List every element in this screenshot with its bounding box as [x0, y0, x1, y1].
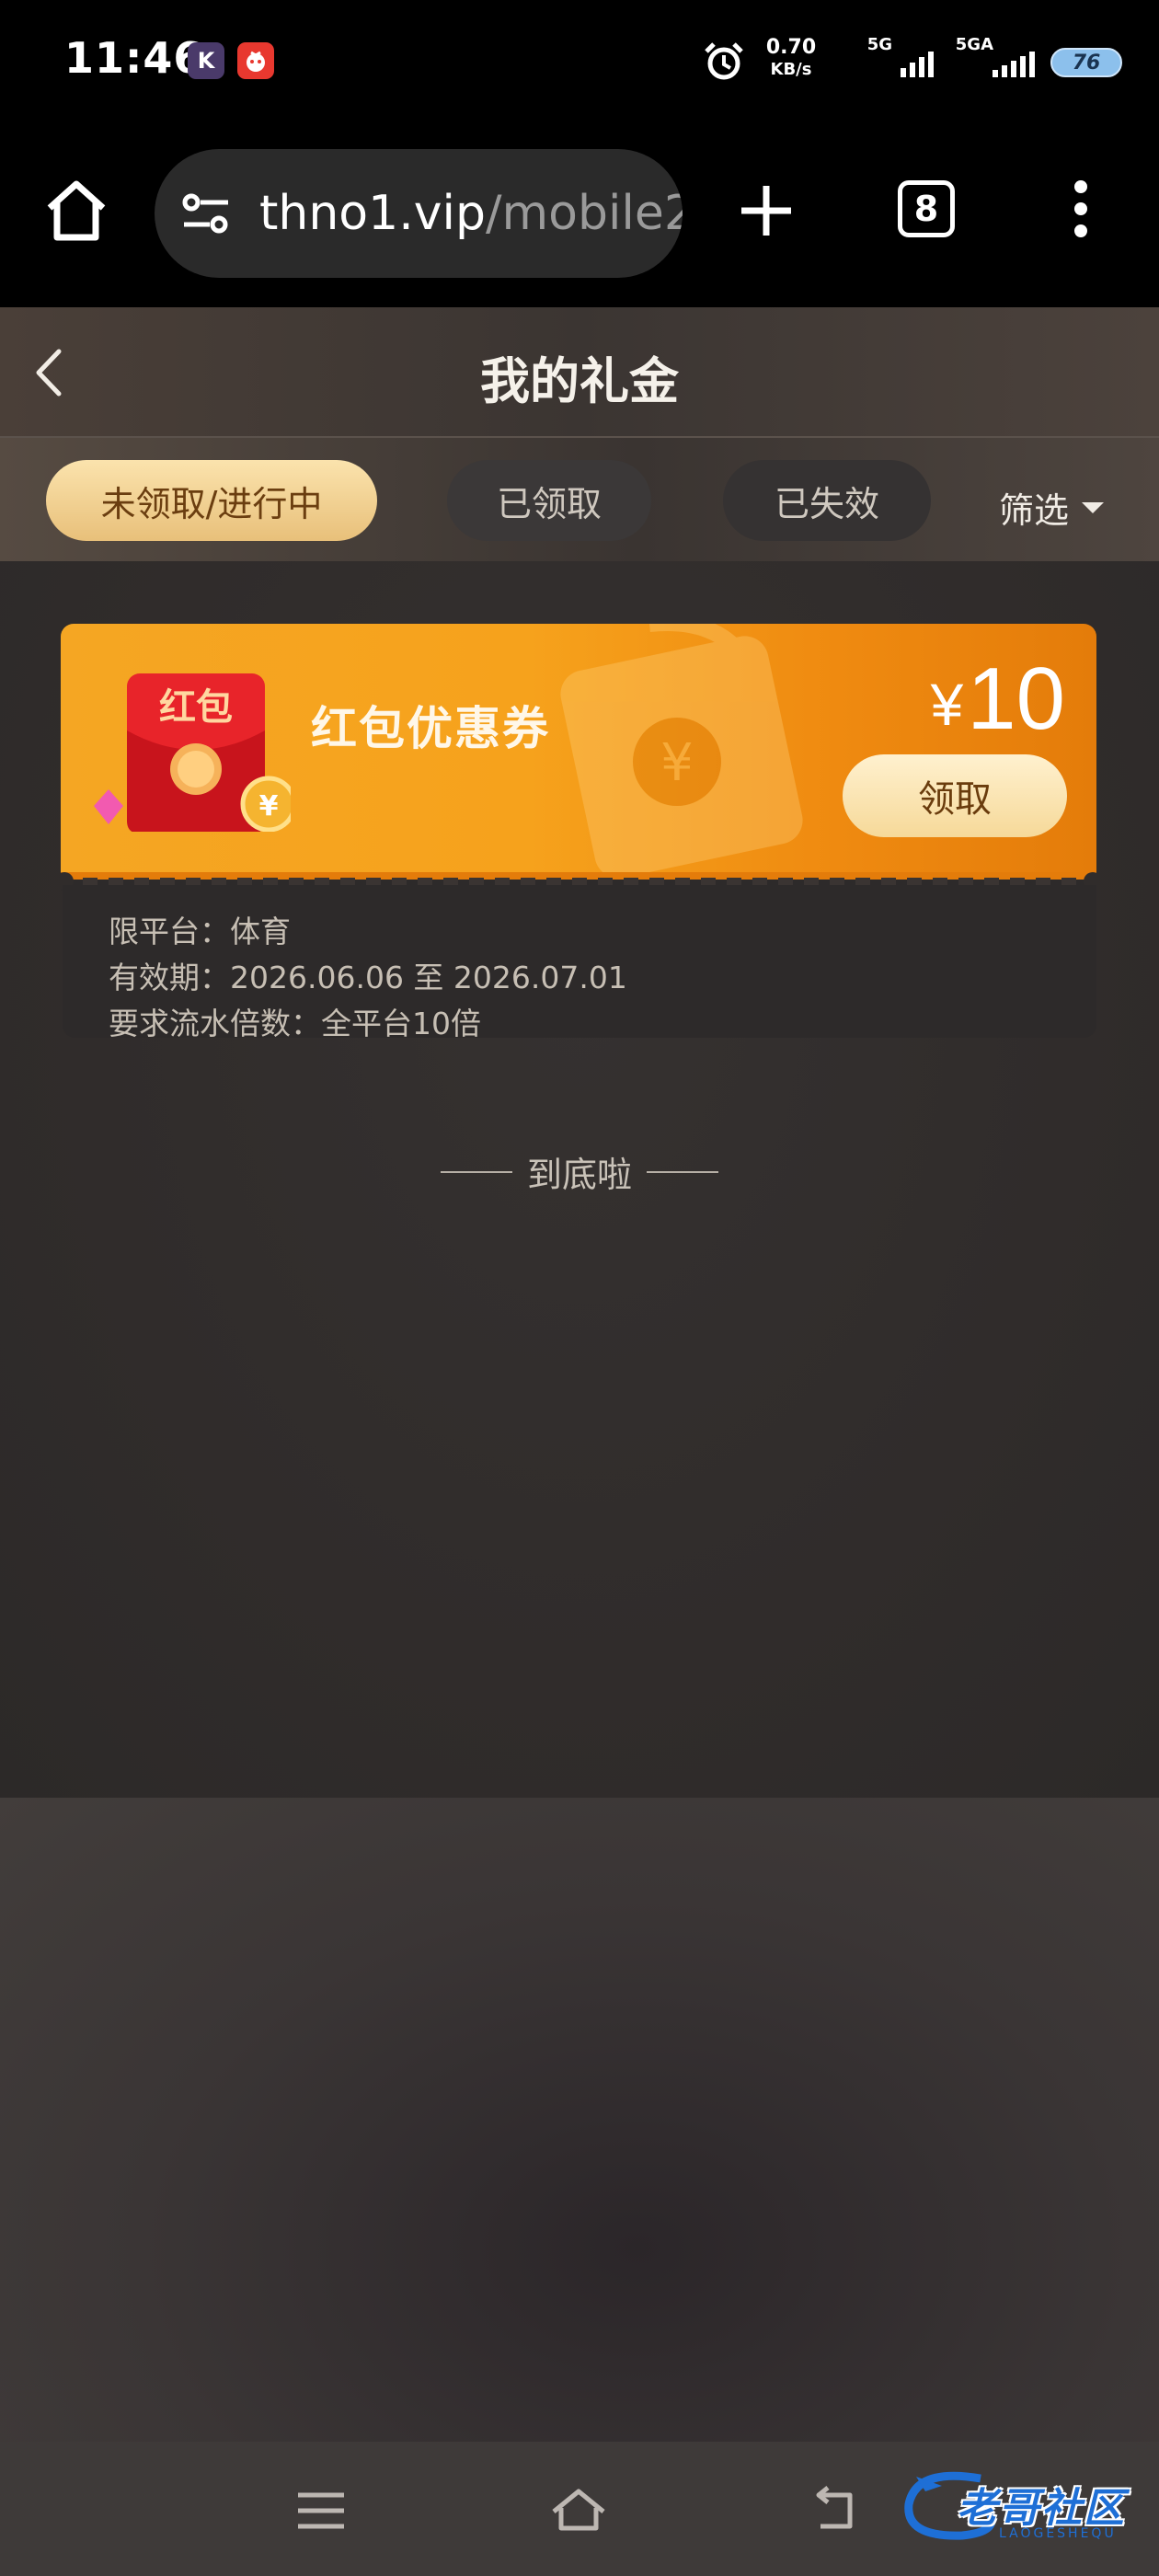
page-header: 我的礼金 — [0, 307, 1159, 438]
system-back-icon[interactable] — [804, 2482, 868, 2539]
tab-switcher-button[interactable]: 8 — [898, 180, 955, 237]
empty-background — [0, 1798, 1159, 2442]
new-tab-icon[interactable] — [734, 178, 798, 243]
browser-toolbar: thno1.vip/mobile2 8 — [0, 129, 1159, 307]
url-text[interactable]: thno1.vip/mobile2 — [259, 186, 683, 241]
status-bar: 11:46 K 0.70 KB/s 5G 5GA 76 — [0, 0, 1159, 129]
end-text: 到底啦 — [526, 1155, 632, 1195]
watermark-subtext: LAOGESHEQU — [999, 2526, 1117, 2541]
claim-button[interactable]: 领取 — [843, 754, 1067, 837]
red-packet-icon: 红包 ¥ — [94, 673, 291, 832]
system-nav-bar: 老哥社区 LAOGESHEQU — [0, 2442, 1159, 2576]
url-bar[interactable]: thno1.vip/mobile2 — [155, 149, 683, 278]
net-speed-unit: KB/s — [770, 60, 812, 79]
red-packet-watermark-icon: ¥ — [560, 624, 803, 879]
net-speed: 0.70 KB/s — [759, 37, 823, 81]
tab-claimed[interactable]: 已领取 — [447, 460, 651, 541]
page-title: 我的礼金 — [480, 352, 679, 410]
platform-limit: 限平台：体育 — [109, 914, 291, 949]
app-k-icon: K — [188, 42, 224, 79]
status-tabs: 未领取/进行中 已领取 已失效 筛选 — [0, 438, 1159, 561]
app-tomato-icon — [237, 42, 274, 79]
coupon-header: ¥ 红包 ¥ 红包优惠券 ¥10 领取 — [61, 624, 1096, 883]
tab-unclaimed[interactable]: 未领取/进行中 — [46, 460, 377, 541]
svg-text:红包: 红包 — [159, 686, 233, 729]
svg-text:¥: ¥ — [259, 790, 279, 822]
currency-symbol: ¥ — [930, 672, 964, 738]
caret-down-icon — [1082, 501, 1105, 513]
divider-right — [647, 1170, 718, 1173]
coupon-name: 红包优惠券 — [311, 702, 550, 755]
coupon-card: ¥ 红包 ¥ 红包优惠券 ¥10 领取 限平台：体育 有效期：2026.06.0… — [61, 624, 1096, 1041]
signal-2-bars-icon — [993, 52, 1035, 77]
filter-label: 筛选 — [999, 490, 1070, 531]
site-settings-icon[interactable] — [178, 191, 234, 237]
coupon-list: ¥ 红包 ¥ 红包优惠券 ¥10 领取 限平台：体育 有效期：2026.06.0… — [0, 561, 1159, 1798]
net-speed-value: 0.70 — [765, 36, 817, 59]
signal-1-bars-icon — [901, 52, 934, 77]
status-icons: 0.70 KB/s 5G 5GA 76 — [607, 31, 1122, 86]
end-of-list: 到底啦 — [0, 1146, 1159, 1197]
alarm-icon — [705, 42, 743, 80]
url-path: /mobile2 — [485, 186, 683, 241]
coupon-details: 限平台：体育 有效期：2026.06.06 至 2026.07.01 要求流水倍… — [63, 885, 1096, 1041]
turnover-requirement: 要求流水倍数：全平台10倍 — [109, 1006, 481, 1041]
divider-left — [440, 1170, 512, 1173]
watermark-logo: 老哥社区 LAOGESHEQU — [898, 2458, 1146, 2550]
filter-button[interactable]: 筛选 — [999, 482, 1105, 533]
validity-period: 有效期：2026.06.06 至 2026.07.01 — [109, 960, 627, 995]
tab-expired[interactable]: 已失效 — [723, 460, 931, 541]
svg-text:¥: ¥ — [660, 733, 694, 793]
system-home-icon[interactable] — [546, 2482, 611, 2539]
watermark-text: 老哥社区 — [957, 2485, 1126, 2532]
status-time: 11:46 — [64, 33, 204, 83]
url-domain: thno1.vip — [259, 186, 486, 241]
recents-menu-icon[interactable] — [289, 2482, 353, 2539]
amount-value: 10 — [967, 650, 1065, 748]
signal-1-label: 5G — [866, 35, 892, 54]
signal-2-label: 5GA — [955, 35, 993, 54]
battery-icon: 76 — [1050, 48, 1122, 77]
coupon-amount: ¥10 — [931, 653, 1065, 751]
more-menu-icon[interactable] — [1067, 175, 1095, 248]
browser-home-icon[interactable] — [40, 175, 112, 247]
